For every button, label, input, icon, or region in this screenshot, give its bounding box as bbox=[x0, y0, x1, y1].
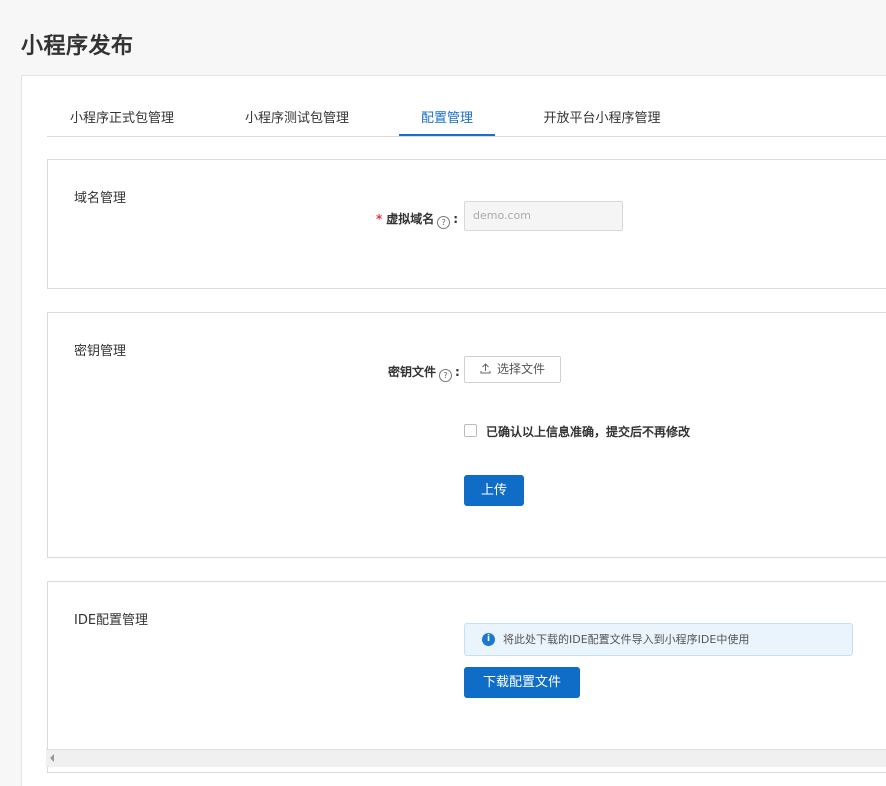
info-alert: i 将此处下载的IDE配置文件导入到小程序IDE中使用 bbox=[464, 623, 853, 656]
page-title: 小程序发布 bbox=[21, 34, 134, 59]
confirm-checkbox[interactable] bbox=[464, 424, 477, 437]
tab-bar: 小程序正式包管理 小程序测试包管理 配置管理 开放平台小程序管理 bbox=[47, 106, 886, 137]
help-icon[interactable]: ? bbox=[437, 216, 451, 229]
required-mark: * bbox=[376, 212, 383, 226]
choose-file-button[interactable]: 选择文件 bbox=[464, 356, 561, 383]
info-alert-text: 将此处下载的IDE配置文件导入到小程序IDE中使用 bbox=[503, 633, 750, 646]
tab-test-package[interactable]: 小程序测试包管理 bbox=[222, 106, 372, 136]
info-icon: i bbox=[482, 633, 495, 646]
confirm-label[interactable]: 已确认以上信息准确，提交后不再修改 bbox=[486, 423, 690, 440]
upload-button[interactable]: 上传 bbox=[464, 475, 524, 506]
tab-release-package[interactable]: 小程序正式包管理 bbox=[47, 106, 197, 136]
domain-management-card: 域名管理 * 虚拟域名?: demo.com bbox=[47, 159, 886, 289]
upload-icon bbox=[480, 357, 491, 382]
key-file-label-text: 密钥文件 bbox=[388, 365, 437, 379]
label-colon: : bbox=[455, 365, 460, 379]
virtual-domain-label-text: 虚拟域名 bbox=[386, 212, 435, 226]
tab-open-platform[interactable]: 开放平台小程序管理 bbox=[522, 106, 682, 136]
scroll-left-icon[interactable] bbox=[50, 754, 54, 762]
horizontal-scrollbar[interactable] bbox=[46, 749, 886, 767]
main-panel: 小程序正式包管理 小程序测试包管理 配置管理 开放平台小程序管理 域名管理 * 虚… bbox=[21, 75, 886, 786]
help-icon[interactable]: ? bbox=[439, 369, 453, 382]
tab-config-management[interactable]: 配置管理 bbox=[399, 106, 495, 136]
label-colon: : bbox=[453, 212, 459, 226]
key-file-label: 密钥文件?: bbox=[388, 363, 460, 382]
virtual-domain-input[interactable]: demo.com bbox=[464, 201, 623, 231]
choose-file-label: 选择文件 bbox=[496, 362, 545, 376]
download-config-button[interactable]: 下载配置文件 bbox=[464, 667, 580, 698]
key-management-card: 密钥管理 密钥文件?: 选择文件 已确认以上信息准确，提交后不再修改 上传 bbox=[47, 312, 886, 558]
virtual-domain-label: * 虚拟域名?: bbox=[376, 210, 458, 229]
ide-config-title: IDE配置管理 bbox=[74, 613, 149, 628]
key-management-title: 密钥管理 bbox=[74, 344, 127, 359]
domain-management-title: 域名管理 bbox=[74, 191, 127, 206]
ide-config-card: IDE配置管理 i 将此处下载的IDE配置文件导入到小程序IDE中使用 下载配置… bbox=[47, 581, 886, 773]
